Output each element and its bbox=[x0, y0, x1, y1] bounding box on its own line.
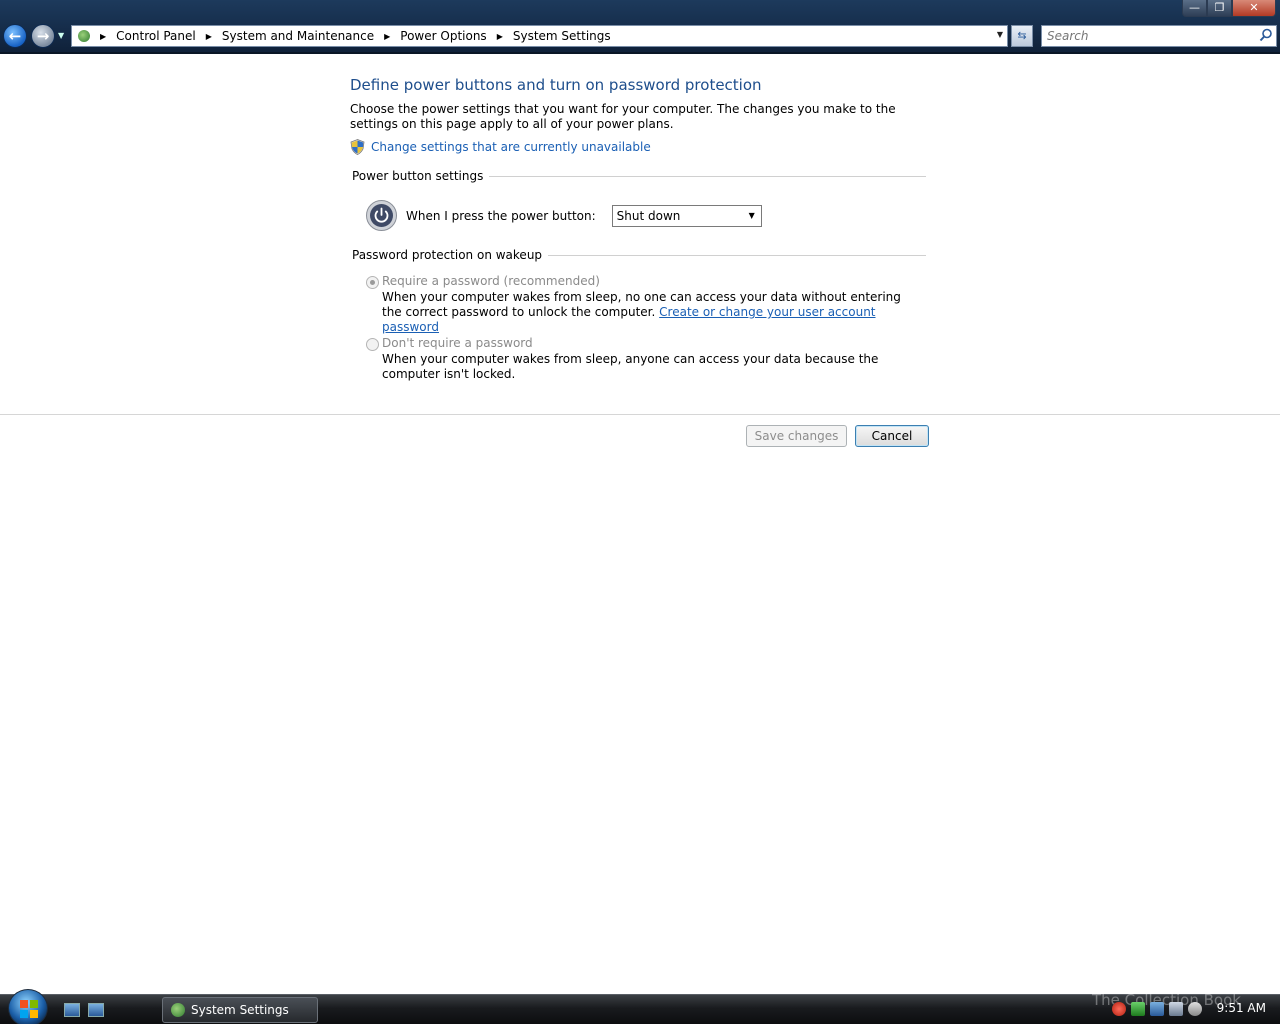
main-content: Define power buttons and turn on passwor… bbox=[0, 56, 1280, 994]
back-arrow-icon: ← bbox=[8, 27, 22, 45]
refresh-button[interactable]: ⇆ bbox=[1011, 25, 1033, 47]
no-password-option[interactable]: Don't require a password When your compu… bbox=[366, 336, 907, 382]
taskbar-item-system-settings[interactable]: System Settings bbox=[162, 997, 318, 1023]
power-button-action-select[interactable]: Shut down ▼ bbox=[611, 204, 762, 227]
breadcrumb-separator-icon[interactable]: ▶ bbox=[384, 32, 390, 41]
switch-windows-icon[interactable] bbox=[88, 1003, 104, 1017]
chevron-down-icon[interactable]: ▼ bbox=[744, 207, 760, 225]
breadcrumb-power-options[interactable]: Power Options bbox=[400, 29, 486, 43]
maximize-button[interactable]: ❐ bbox=[1207, 0, 1232, 17]
uac-link-label[interactable]: Change settings that are currently unava… bbox=[371, 140, 651, 154]
cancel-button[interactable]: Cancel bbox=[855, 425, 929, 447]
close-button[interactable]: ✕ bbox=[1232, 0, 1276, 17]
show-desktop-icon[interactable] bbox=[64, 1003, 80, 1017]
breadcrumb-separator-icon[interactable]: ▶ bbox=[497, 32, 503, 41]
breadcrumb-system-and-maintenance[interactable]: System and Maintenance bbox=[222, 29, 374, 43]
section-title: Power button settings bbox=[352, 169, 484, 183]
breadcrumb-separator-icon[interactable]: ▶ bbox=[100, 32, 106, 41]
minimize-button[interactable]: — bbox=[1182, 0, 1207, 17]
no-password-label: Don't require a password bbox=[382, 336, 533, 350]
require-password-label: Require a password (recommended) bbox=[382, 274, 600, 288]
network-icon[interactable] bbox=[1169, 1002, 1183, 1016]
no-password-radio[interactable] bbox=[366, 338, 379, 351]
uac-shield-icon bbox=[350, 139, 365, 155]
control-panel-icon bbox=[76, 28, 94, 44]
recent-pages-chevron-icon[interactable]: ▼ bbox=[58, 31, 64, 40]
control-panel-icon bbox=[171, 1003, 185, 1017]
security-alert-icon[interactable] bbox=[1112, 1002, 1126, 1016]
check-icon[interactable] bbox=[1131, 1002, 1145, 1016]
address-bar[interactable]: ▶ Control Panel ▶ System and Maintenance… bbox=[71, 25, 1008, 47]
window-titlebar: — ❐ ✕ ← → ▼ ▶ Control Panel ▶ System and… bbox=[0, 0, 1280, 54]
breadcrumb-system-settings[interactable]: System Settings bbox=[513, 29, 611, 43]
power-button-label: When I press the power button: bbox=[406, 208, 596, 223]
power-button-settings-header: Power button settings bbox=[352, 169, 926, 183]
taskbar: System Settings The Collection Book 9:51… bbox=[0, 989, 1280, 1024]
power-icon bbox=[366, 200, 397, 231]
search-icon[interactable] bbox=[1259, 28, 1273, 42]
forward-button[interactable]: → bbox=[31, 24, 55, 48]
breadcrumb-control-panel[interactable]: Control Panel bbox=[116, 29, 196, 43]
power-button-action-value: Shut down bbox=[616, 208, 681, 223]
power-button-row: When I press the power button: Shut down… bbox=[366, 200, 762, 231]
page-title: Define power buttons and turn on passwor… bbox=[350, 76, 762, 94]
require-password-radio[interactable] bbox=[366, 276, 379, 289]
start-button[interactable] bbox=[8, 989, 48, 1024]
volume-muted-icon[interactable] bbox=[1188, 1002, 1202, 1016]
no-password-description: When your computer wakes from sleep, any… bbox=[382, 352, 879, 381]
password-protection-header: Password protection on wakeup bbox=[352, 248, 926, 262]
footer-divider bbox=[0, 414, 1280, 415]
change-unavailable-settings-link[interactable]: Change settings that are currently unava… bbox=[350, 139, 651, 155]
page-description: Choose the power settings that you want … bbox=[350, 102, 896, 131]
window-controls: — ❐ ✕ bbox=[1182, 0, 1276, 17]
require-password-option[interactable]: Require a password (recommended) When yo… bbox=[366, 274, 907, 335]
system-tray bbox=[1112, 1002, 1202, 1016]
section-title: Password protection on wakeup bbox=[352, 248, 543, 262]
save-changes-button[interactable]: Save changes bbox=[746, 425, 847, 447]
search-input[interactable]: Search bbox=[1041, 25, 1277, 47]
status-icon[interactable] bbox=[1150, 1002, 1164, 1016]
windows-logo-icon bbox=[20, 1000, 38, 1018]
back-button[interactable]: ← bbox=[3, 24, 27, 48]
section-divider bbox=[489, 175, 926, 177]
taskbar-item-label: System Settings bbox=[191, 1003, 289, 1017]
clock[interactable]: 9:51 AM bbox=[1217, 1001, 1266, 1015]
breadcrumb-separator-icon[interactable]: ▶ bbox=[206, 32, 212, 41]
section-divider bbox=[548, 254, 926, 256]
refresh-icon: ⇆ bbox=[1017, 29, 1027, 42]
require-password-description: When your computer wakes from sleep, no … bbox=[382, 290, 901, 334]
address-dropdown-icon[interactable]: ▼ bbox=[997, 30, 1003, 39]
forward-arrow-icon: → bbox=[36, 27, 50, 45]
